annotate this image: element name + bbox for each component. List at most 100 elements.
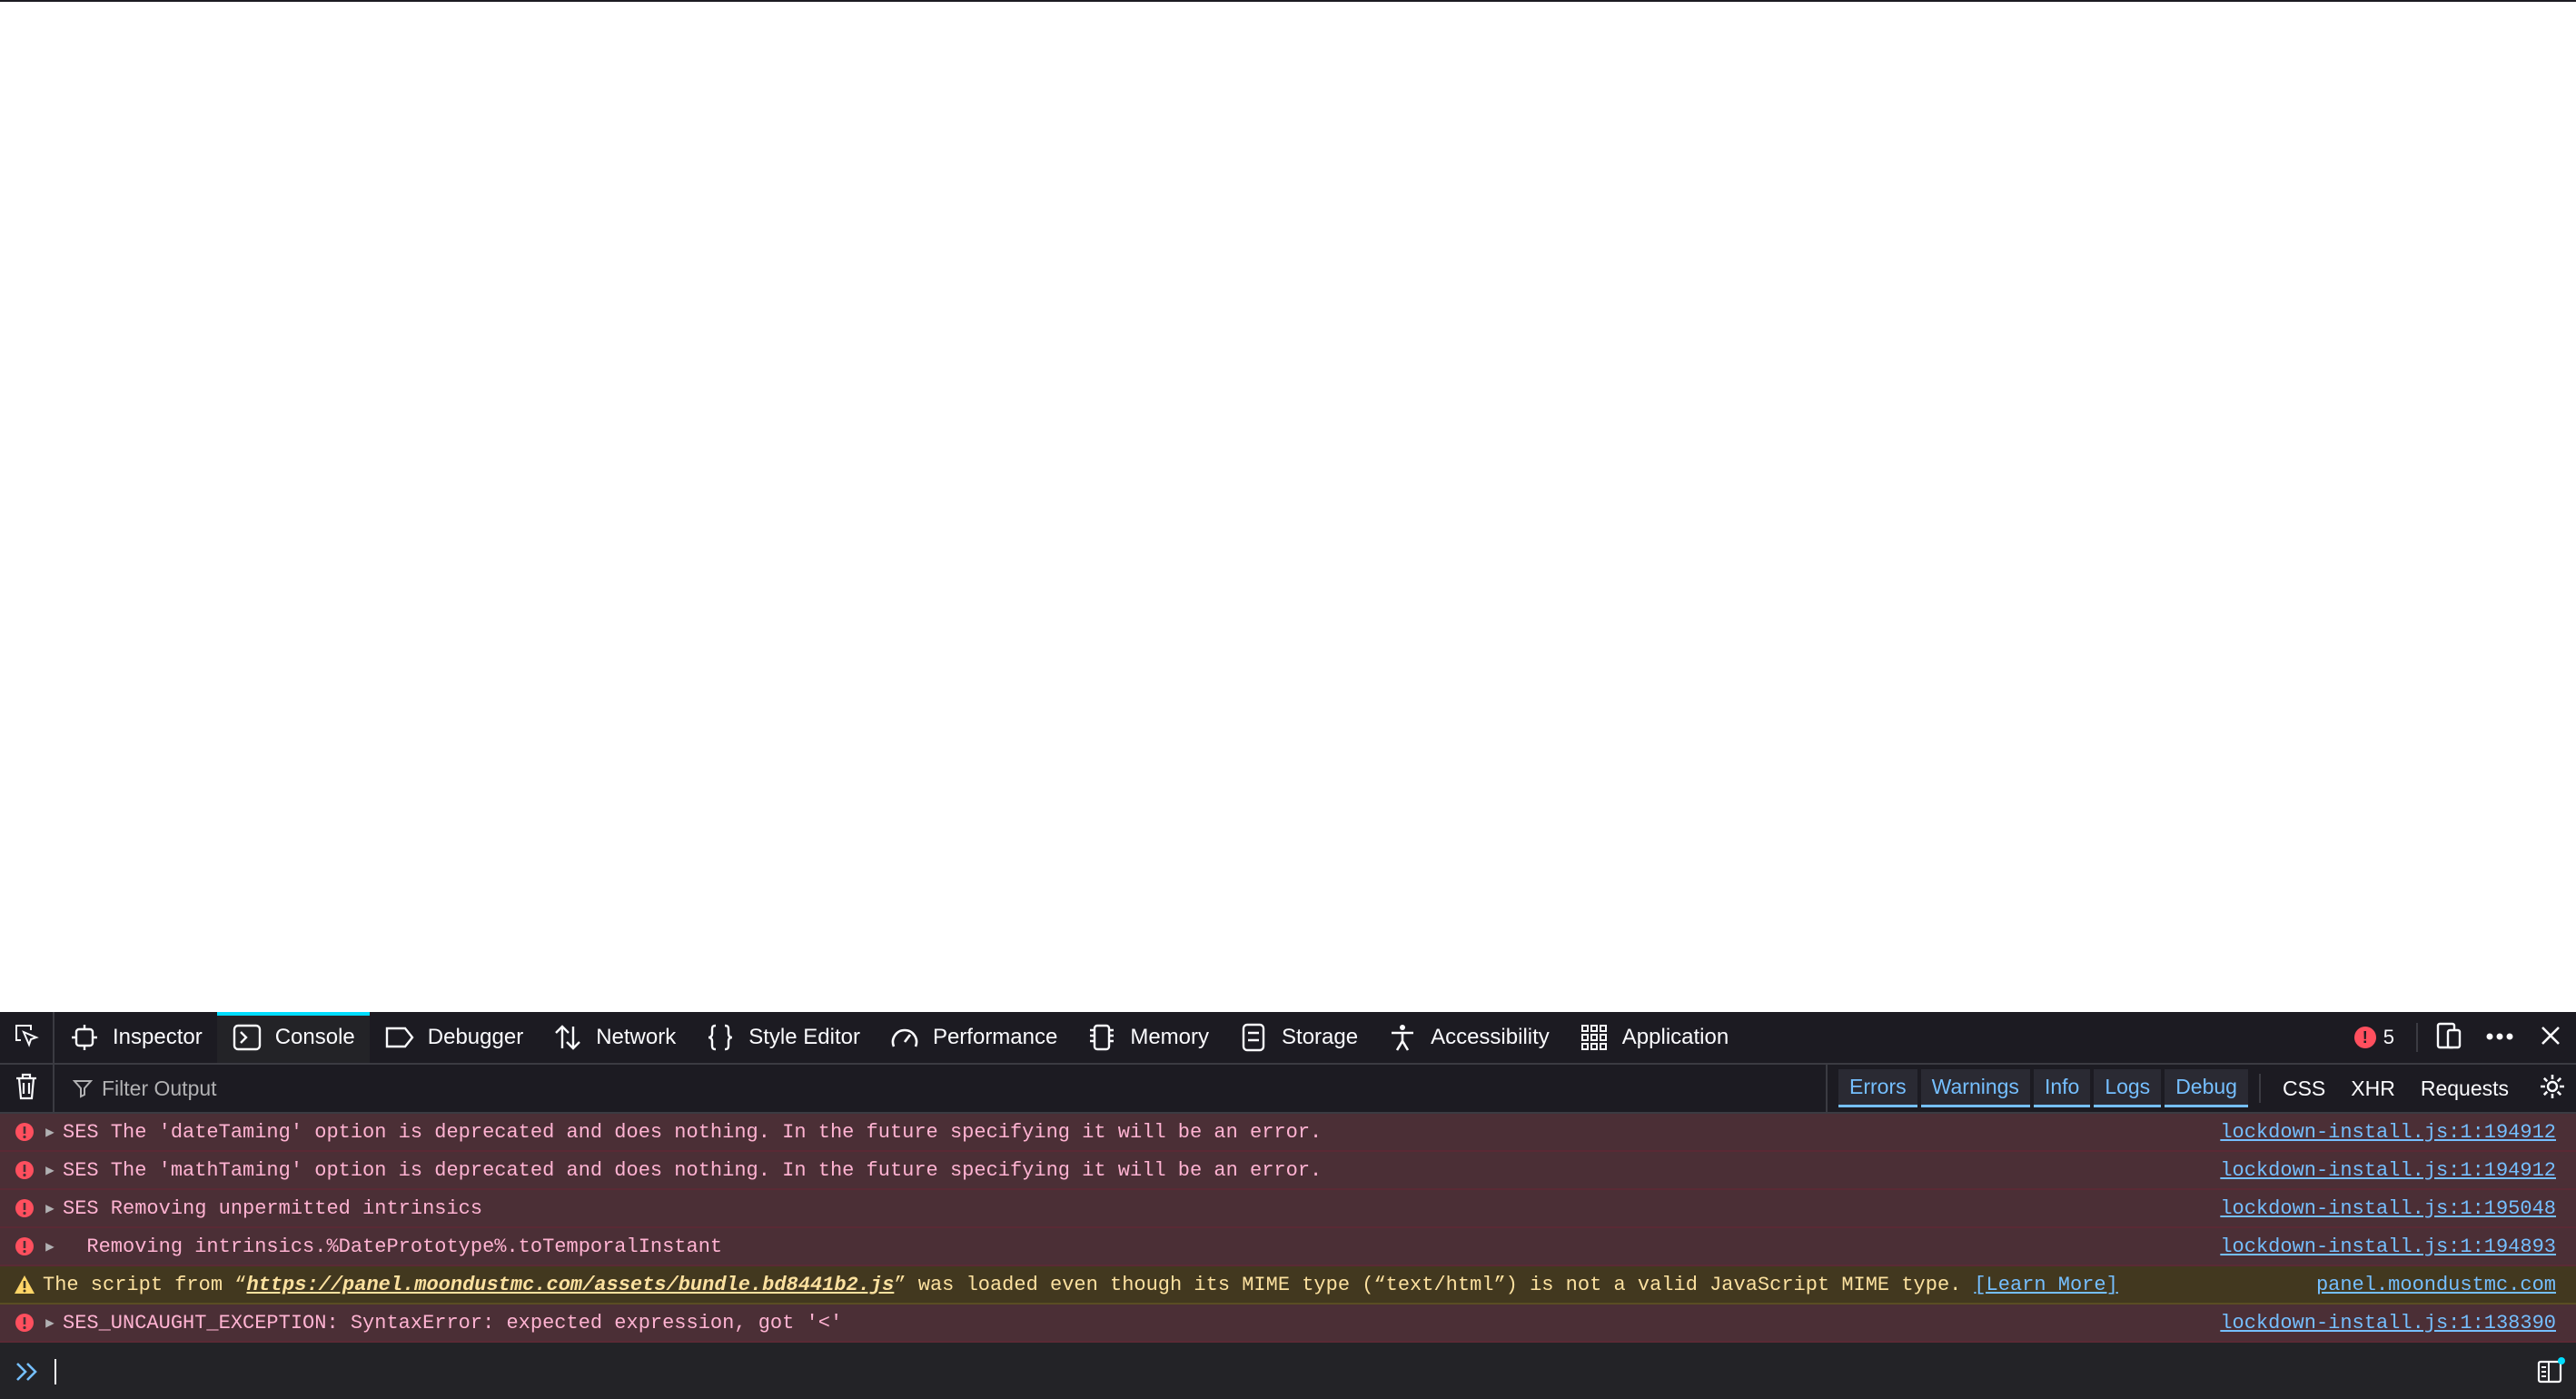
- filter-logs-button[interactable]: Logs: [2094, 1069, 2162, 1107]
- tab-accessibility[interactable]: Accessibility: [1372, 1012, 1564, 1063]
- error-icon: [14, 1197, 35, 1219]
- error-icon: [14, 1235, 35, 1257]
- toolbar-controls: ! 5: [2338, 1012, 2576, 1063]
- console-message-error[interactable]: ▶ SES The 'mathTaming' option is depreca…: [0, 1152, 2576, 1190]
- error-count: 5: [2383, 1026, 2394, 1048]
- error-icon: [14, 1312, 35, 1334]
- more-options-button[interactable]: [2474, 1012, 2525, 1063]
- tab-label: Inspector: [113, 1025, 203, 1049]
- responsive-design-button[interactable]: [2423, 1012, 2474, 1063]
- devtools-toolbar: Inspector Console Debugger Network Style…: [0, 1012, 2576, 1065]
- tab-storage[interactable]: Storage: [1224, 1012, 1372, 1063]
- script-url-link[interactable]: https://panel.moondustmc.com/assets/bund…: [246, 1274, 894, 1296]
- element-picker-icon: [12, 1021, 41, 1055]
- message-text: SES Removing unpermitted intrinsics: [63, 1196, 483, 1220]
- tab-label: Application: [1621, 1025, 1729, 1049]
- more-options-icon: [2485, 1029, 2514, 1046]
- text-cursor: [54, 1359, 56, 1384]
- editor-mode-toggle-button[interactable]: [2536, 1356, 2567, 1388]
- inspector-icon: [69, 1022, 100, 1053]
- filter-errors-button[interactable]: Errors: [1838, 1069, 1917, 1107]
- message-text: SES The 'dateTaming' option is deprecate…: [63, 1120, 1323, 1144]
- close-devtools-button[interactable]: [2525, 1012, 2576, 1063]
- console-icon: [232, 1022, 263, 1053]
- tab-label: Memory: [1130, 1025, 1210, 1049]
- tab-network[interactable]: Network: [538, 1012, 690, 1063]
- element-picker-button[interactable]: [0, 1012, 54, 1063]
- tab-label: Network: [596, 1025, 677, 1049]
- message-source-link[interactable]: panel.moondustmc.com: [2316, 1274, 2556, 1296]
- message-text-after: ” was loaded even though its MIME type (…: [894, 1273, 1962, 1296]
- console-message-error[interactable]: ▶ SES The 'dateTaming' option is depreca…: [0, 1114, 2576, 1152]
- filter-warnings-button[interactable]: Warnings: [1920, 1069, 2030, 1107]
- tab-style-editor[interactable]: Style Editor: [690, 1012, 875, 1063]
- tab-inspector[interactable]: Inspector: [54, 1012, 217, 1063]
- tab-label: Console: [274, 1025, 355, 1049]
- message-source-link[interactable]: lockdown-install.js:1:138390: [2220, 1312, 2556, 1335]
- performance-icon: [889, 1022, 920, 1053]
- error-icon: !: [2353, 1027, 2376, 1048]
- clear-console-button[interactable]: [0, 1065, 54, 1112]
- message-source-link[interactable]: lockdown-install.js:1:195048: [2220, 1197, 2556, 1220]
- console-filter-bar: Errors Warnings Info Logs Debug CSS XHR …: [0, 1065, 2576, 1114]
- message-source-link[interactable]: lockdown-install.js:1:194912: [2220, 1121, 2556, 1144]
- filter-divider: [2258, 1074, 2261, 1103]
- expand-arrow-icon[interactable]: ▶: [41, 1237, 59, 1255]
- expand-arrow-icon[interactable]: ▶: [41, 1161, 59, 1179]
- console-message-list: ▶ SES The 'dateTaming' option is depreca…: [0, 1114, 2576, 1343]
- filter-info-button[interactable]: Info: [2033, 1069, 2091, 1107]
- console-message-error[interactable]: ▶ SES Removing unpermitted intrinsics lo…: [0, 1190, 2576, 1228]
- filter-level-buttons: Errors Warnings Info Logs Debug CSS XHR …: [1826, 1065, 2576, 1112]
- expand-arrow-icon[interactable]: ▶: [41, 1123, 59, 1141]
- close-icon: [2540, 1025, 2561, 1051]
- accessibility-icon: [1387, 1022, 1418, 1053]
- tab-debugger[interactable]: Debugger: [370, 1012, 538, 1063]
- tab-memory[interactable]: Memory: [1072, 1012, 1224, 1063]
- devtools-panel: Inspector Console Debugger Network Style…: [0, 1012, 2576, 1399]
- filter-output-input[interactable]: [100, 1075, 1739, 1102]
- message-text: SES The 'mathTaming' option is deprecate…: [63, 1158, 1323, 1182]
- console-message-warning[interactable]: The script from “https://panel.moondustm…: [0, 1266, 2576, 1305]
- webpage-viewport: [0, 0, 2576, 1012]
- message-text-before: The script from “: [43, 1273, 247, 1296]
- tab-performance[interactable]: Performance: [875, 1012, 1072, 1063]
- error-count-badge[interactable]: ! 5: [2338, 1026, 2411, 1049]
- network-icon: [552, 1022, 583, 1053]
- filter-requests-button[interactable]: Requests: [2410, 1071, 2520, 1106]
- message-source-link[interactable]: lockdown-install.js:1:194912: [2220, 1159, 2556, 1182]
- console-input-line[interactable]: [0, 1344, 2576, 1399]
- memory-icon: [1086, 1022, 1117, 1053]
- error-icon: [14, 1159, 35, 1181]
- responsive-design-icon: [2435, 1021, 2462, 1055]
- message-text: The script from “https://panel.moondustm…: [43, 1274, 1961, 1296]
- style-editor-icon: [705, 1022, 736, 1053]
- warning-icon: [14, 1274, 35, 1295]
- message-source-link[interactable]: lockdown-install.js:1:194893: [2220, 1235, 2556, 1258]
- tab-label: Performance: [932, 1025, 1058, 1049]
- tab-label: Debugger: [427, 1025, 524, 1049]
- gear-icon: [2539, 1073, 2566, 1105]
- prompt-chevron-icon: [15, 1361, 42, 1383]
- tab-console[interactable]: Console: [216, 1012, 370, 1063]
- filter-debug-button[interactable]: Debug: [2165, 1069, 2248, 1107]
- tab-label: Style Editor: [748, 1025, 860, 1049]
- console-settings-button[interactable]: [2529, 1065, 2576, 1112]
- expand-arrow-icon[interactable]: ▶: [41, 1199, 59, 1217]
- trash-icon: [15, 1073, 38, 1105]
- filter-output-field[interactable]: [73, 1075, 1798, 1102]
- message-text: Removing intrinsics.%DatePrototype%.toTe…: [63, 1235, 723, 1258]
- filter-css-button[interactable]: CSS: [2272, 1071, 2336, 1106]
- debugger-icon: [384, 1022, 415, 1053]
- console-message-error[interactable]: ▶ SES_UNCAUGHT_EXCEPTION: SyntaxError: e…: [0, 1305, 2576, 1343]
- filter-xhr-button[interactable]: XHR: [2340, 1071, 2406, 1106]
- expand-arrow-icon[interactable]: ▶: [41, 1314, 59, 1332]
- tab-application[interactable]: Application: [1564, 1012, 1743, 1063]
- learn-more-link[interactable]: [Learn More]: [1974, 1274, 2117, 1296]
- split-editor-icon: [2537, 1356, 2566, 1388]
- tab-label: Storage: [1282, 1025, 1359, 1049]
- console-message-error[interactable]: ▶ Removing intrinsics.%DatePrototype%.to…: [0, 1228, 2576, 1266]
- filter-icon: [73, 1078, 93, 1098]
- application-icon: [1579, 1022, 1610, 1053]
- storage-icon: [1238, 1022, 1269, 1053]
- message-text: SES_UNCAUGHT_EXCEPTION: SyntaxError: exp…: [63, 1311, 843, 1335]
